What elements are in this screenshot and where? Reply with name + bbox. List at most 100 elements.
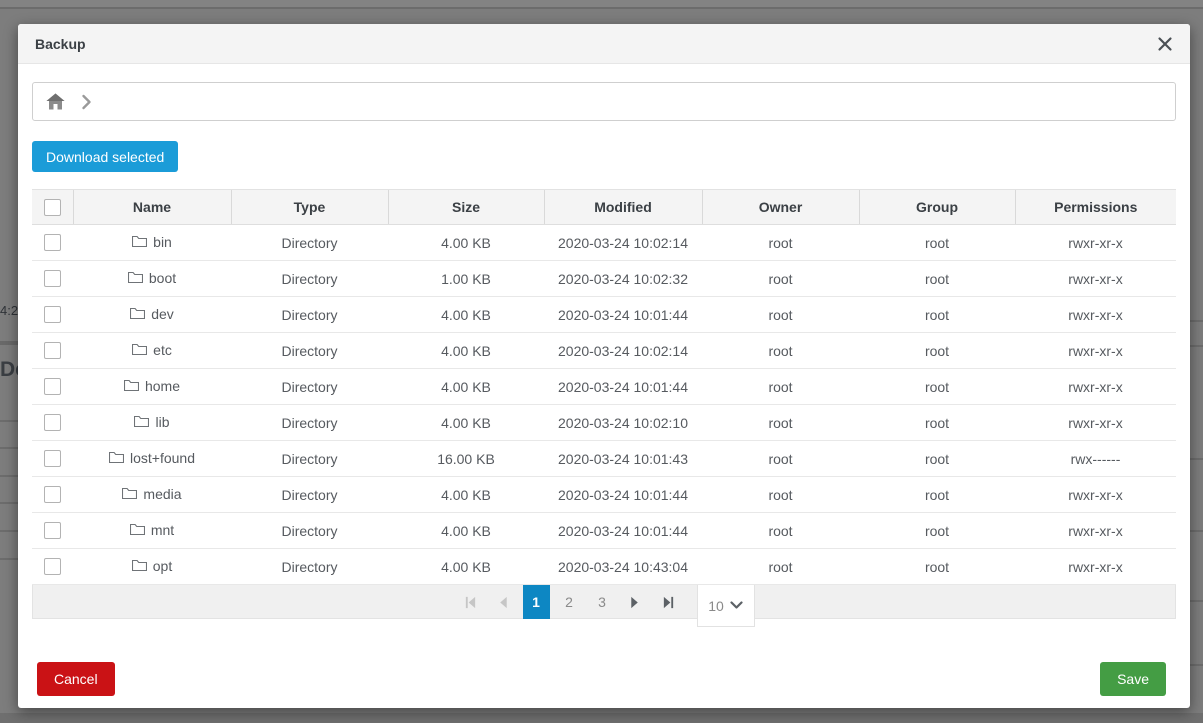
- row-checkbox[interactable]: [44, 270, 61, 287]
- first-page-icon[interactable]: [457, 585, 484, 619]
- cell-group: root: [859, 405, 1015, 441]
- cell-permissions: rwxr-xr-x: [1015, 405, 1176, 441]
- background-row-line: [1190, 345, 1203, 347]
- background-row-line: [1190, 320, 1203, 322]
- table-header-row: Name Type Size Modified Owner Group Perm…: [32, 190, 1176, 225]
- page-size-value: 10: [708, 598, 724, 614]
- download-selected-button[interactable]: Download selected: [32, 141, 178, 172]
- close-icon[interactable]: [1157, 36, 1173, 52]
- cell-permissions: rwxr-xr-x: [1015, 513, 1176, 549]
- row-checkbox[interactable]: [44, 522, 61, 539]
- home-icon[interactable]: [46, 93, 65, 110]
- page-button-1[interactable]: 1: [523, 585, 550, 619]
- cell-group: root: [859, 477, 1015, 513]
- column-header-owner[interactable]: Owner: [702, 190, 859, 225]
- modal-header: Backup: [18, 24, 1190, 64]
- background-text-fragment: 4:2: [0, 303, 18, 318]
- cell-name[interactable]: bin: [73, 225, 231, 261]
- folder-icon: [132, 235, 147, 248]
- table-row: optDirectory4.00 KB2020-03-24 10:43:04ro…: [32, 549, 1176, 585]
- column-header-name[interactable]: Name: [73, 190, 231, 225]
- table-row: mntDirectory4.00 KB2020-03-24 10:01:44ro…: [32, 513, 1176, 549]
- cell-size: 4.00 KB: [388, 297, 544, 333]
- row-checkbox-cell: [32, 297, 73, 333]
- background-row-line: [1190, 530, 1203, 532]
- cell-owner: root: [702, 261, 859, 297]
- row-checkbox[interactable]: [44, 414, 61, 431]
- row-checkbox[interactable]: [44, 342, 61, 359]
- row-checkbox[interactable]: [44, 306, 61, 323]
- table-row: binDirectory4.00 KB2020-03-24 10:02:14ro…: [32, 225, 1176, 261]
- row-checkbox-cell: [32, 405, 73, 441]
- pagination-pages: 123: [520, 585, 619, 619]
- table-row: devDirectory4.00 KB2020-03-24 10:01:44ro…: [32, 297, 1176, 333]
- cell-name[interactable]: etc: [73, 333, 231, 369]
- cell-permissions: rwxr-xr-x: [1015, 225, 1176, 261]
- folder-icon: [132, 343, 147, 356]
- background-row-line: [1190, 458, 1203, 460]
- cell-group: root: [859, 333, 1015, 369]
- chevron-right-icon: [81, 94, 92, 110]
- cell-name[interactable]: home: [73, 369, 231, 405]
- cell-owner: root: [702, 225, 859, 261]
- save-button[interactable]: Save: [1100, 662, 1166, 696]
- folder-icon: [128, 271, 143, 284]
- cell-owner: root: [702, 369, 859, 405]
- cell-permissions: rwxr-xr-x: [1015, 477, 1176, 513]
- page-button-2[interactable]: 2: [556, 585, 583, 619]
- cell-owner: root: [702, 441, 859, 477]
- column-header-size[interactable]: Size: [388, 190, 544, 225]
- last-page-icon[interactable]: [655, 585, 682, 619]
- cell-type: Directory: [231, 549, 388, 585]
- folder-icon: [130, 523, 145, 536]
- cell-name[interactable]: lost+found: [73, 441, 231, 477]
- folder-icon: [130, 307, 145, 320]
- background-row-line: [0, 502, 18, 504]
- cell-type: Directory: [231, 441, 388, 477]
- row-checkbox[interactable]: [44, 558, 61, 575]
- cell-size: 4.00 KB: [388, 333, 544, 369]
- row-checkbox[interactable]: [44, 234, 61, 251]
- cell-modified: 2020-03-24 10:02:10: [544, 405, 702, 441]
- cell-name[interactable]: mnt: [73, 513, 231, 549]
- cancel-button[interactable]: Cancel: [37, 662, 115, 696]
- page-button-3[interactable]: 3: [589, 585, 616, 619]
- row-checkbox[interactable]: [44, 450, 61, 467]
- cell-name[interactable]: dev: [73, 297, 231, 333]
- cell-name[interactable]: opt: [73, 549, 231, 585]
- cell-type: Directory: [231, 225, 388, 261]
- prev-page-icon[interactable]: [490, 585, 517, 619]
- column-header-type[interactable]: Type: [231, 190, 388, 225]
- cell-size: 4.00 KB: [388, 225, 544, 261]
- cell-modified: 2020-03-24 10:02:14: [544, 225, 702, 261]
- cell-name[interactable]: boot: [73, 261, 231, 297]
- cell-permissions: rwxr-xr-x: [1015, 333, 1176, 369]
- cell-group: root: [859, 261, 1015, 297]
- row-checkbox[interactable]: [44, 378, 61, 395]
- cell-modified: 2020-03-24 10:01:44: [544, 369, 702, 405]
- cell-name[interactable]: lib: [73, 405, 231, 441]
- column-header-permissions[interactable]: Permissions: [1015, 190, 1176, 225]
- select-all-checkbox[interactable]: [44, 199, 61, 216]
- background-row-line: [0, 475, 18, 477]
- file-table: Name Type Size Modified Owner Group Perm…: [32, 189, 1176, 585]
- cell-modified: 2020-03-24 10:02:32: [544, 261, 702, 297]
- cell-name[interactable]: media: [73, 477, 231, 513]
- cell-size: 16.00 KB: [388, 441, 544, 477]
- background-row-line: [1190, 664, 1203, 666]
- cell-group: root: [859, 297, 1015, 333]
- page-size-select[interactable]: 10: [697, 585, 755, 627]
- cell-size: 4.00 KB: [388, 405, 544, 441]
- cell-modified: 2020-03-24 10:43:04: [544, 549, 702, 585]
- column-header-modified[interactable]: Modified: [544, 190, 702, 225]
- cell-owner: root: [702, 297, 859, 333]
- next-page-icon[interactable]: [622, 585, 649, 619]
- column-header-group[interactable]: Group: [859, 190, 1015, 225]
- cell-modified: 2020-03-24 10:02:14: [544, 333, 702, 369]
- row-checkbox[interactable]: [44, 486, 61, 503]
- modal-title: Backup: [35, 36, 86, 52]
- cell-modified: 2020-03-24 10:01:44: [544, 513, 702, 549]
- cell-type: Directory: [231, 297, 388, 333]
- cell-permissions: rwxr-xr-x: [1015, 297, 1176, 333]
- cell-permissions: rwx------: [1015, 441, 1176, 477]
